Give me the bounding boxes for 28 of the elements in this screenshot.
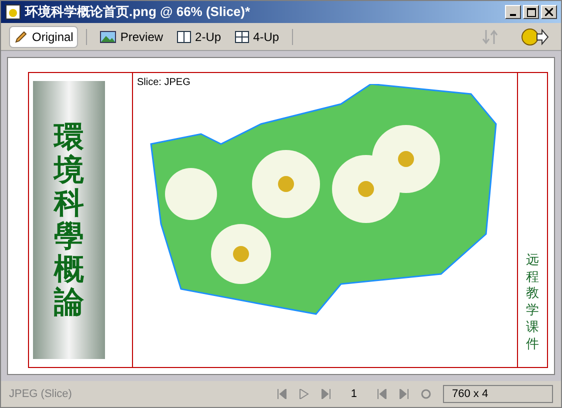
minimize-button[interactable] [505,5,521,19]
stop-icon[interactable] [421,389,431,399]
maximize-icon [526,8,536,16]
next-frame-icon[interactable] [399,389,409,399]
view-tab[interactable]: 2-Up [172,26,226,48]
export-arrow-icon[interactable] [521,26,549,46]
previous-frame-icon[interactable] [377,389,387,399]
grid-view-icon [235,30,250,42]
close-button[interactable] [541,5,557,19]
app-icon [5,4,21,20]
frame-number: 1 [350,386,358,402]
image-size: 760 x 4 [443,385,553,403]
landscape-icon [100,30,116,42]
slice-label: Slice: JPEG [137,76,192,90]
maximize-button[interactable] [523,5,539,19]
banner-title: 環境科學概論 [54,121,84,319]
split-view-icon [177,30,192,42]
window-title: 环境科学概论首页.png @ 66% (Slice)* [25,3,250,22]
pencil-icon [14,30,28,44]
view-tab[interactable]: Original [9,26,78,48]
view-tab[interactable]: Preview [95,26,168,48]
play-icon[interactable] [298,389,309,399]
view-tab[interactable]: 4-Up [230,26,284,48]
slice-info: JPEG (Slice) [9,386,72,402]
first-frame-icon[interactable] [276,389,287,399]
last-frame-icon[interactable] [320,389,331,399]
side-caption: 远程教学课件 [526,252,539,353]
close-icon [545,8,553,16]
